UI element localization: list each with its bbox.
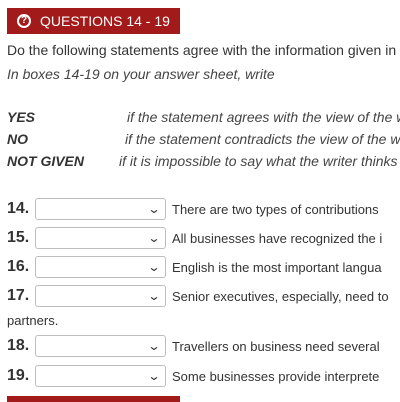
answer-select-17[interactable]: ⌄: [35, 285, 166, 307]
question-text: English is the most important langua: [172, 259, 382, 275]
key-label-no: NO: [7, 131, 28, 147]
chevron-down-icon: ⌄: [147, 231, 161, 245]
answer-select-19[interactable]: ⌄: [35, 365, 166, 387]
question-row-19: 19. ⌄ Some businesses provide interprete: [7, 364, 379, 388]
answer-select-18[interactable]: ⌄: [35, 335, 166, 357]
question-row-17: 17. ⌄ Senior executives, especially, nee…: [7, 284, 389, 308]
question-row-14: 14. ⌄ There are two types of contributio…: [7, 197, 379, 221]
answer-select-14[interactable]: ⌄: [35, 198, 166, 220]
question-row-16: 16. ⌄ English is the most important lang…: [7, 255, 382, 279]
question-text: Senior executives, especially, need to: [172, 288, 389, 304]
question-circle-icon: ?: [17, 14, 31, 28]
answer-select-16[interactable]: ⌄: [35, 256, 166, 278]
questions-header-title: QUESTIONS 14 - 19: [40, 13, 170, 29]
chevron-down-icon: ⌄: [147, 260, 161, 274]
chevron-down-icon: ⌄: [147, 202, 161, 216]
question-text: There are two types of contributions: [172, 201, 379, 217]
question-row-18: 18. ⌄ Travellers on business need severa…: [7, 334, 380, 358]
question-number: 15.: [7, 229, 30, 246]
next-section-header: [7, 396, 180, 402]
key-label-yes: YES: [7, 109, 36, 125]
chevron-down-icon: ⌄: [147, 289, 161, 303]
question-number: 18.: [7, 337, 30, 354]
key-desc-no: if the statement contradicts the view of…: [125, 131, 400, 147]
key-desc-yes: if the statement agrees with the view of…: [127, 109, 400, 125]
chevron-down-icon: ⌄: [147, 369, 161, 383]
chevron-down-icon: ⌄: [147, 339, 161, 353]
question-text: Travellers on business need several: [172, 338, 380, 354]
instruction-text: Do the following statements agree with t…: [7, 42, 397, 58]
question-number: 16.: [7, 258, 30, 275]
key-desc-not-given: if it is impossible to say what the writ…: [119, 153, 398, 169]
answer-select-15[interactable]: ⌄: [35, 227, 166, 249]
question-text: All businesses have recognized the i: [172, 230, 383, 246]
question-number: 14.: [7, 200, 30, 217]
question-number: 19.: [7, 367, 30, 384]
questions-header: ? QUESTIONS 14 - 19: [7, 8, 180, 34]
question-text-continued: partners.: [7, 313, 59, 328]
answer-sheet-instruction: In boxes 14-19 on your answer sheet, wri…: [7, 66, 275, 82]
question-row-15: 15. ⌄ All businesses have recognized the…: [7, 226, 382, 250]
question-number: 17.: [7, 287, 30, 304]
question-text: Some businesses provide interprete: [172, 368, 380, 384]
key-label-not-given: NOT GIVEN: [7, 153, 85, 169]
